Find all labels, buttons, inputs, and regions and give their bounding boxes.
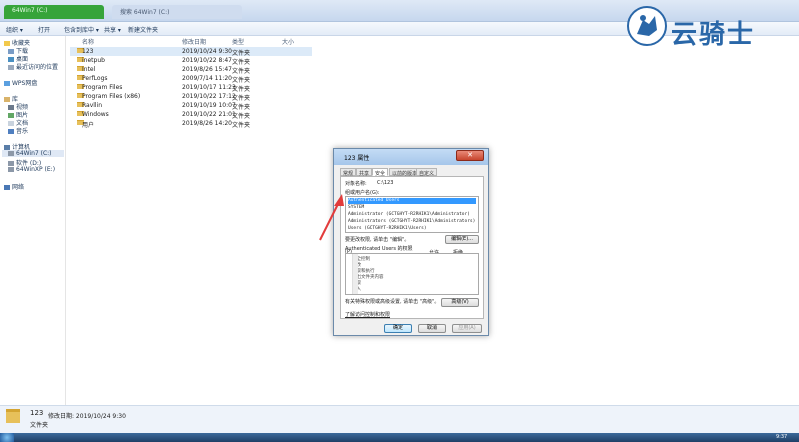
tab-drive-c[interactable]: 64Win7 (C:) <box>4 5 104 19</box>
share-button[interactable]: 共享 ▾ <box>104 25 121 34</box>
file-row[interactable]: 123 2019/10/24 9:30 文件夹 <box>70 47 312 57</box>
recent-places-icon <box>8 65 14 70</box>
list-item[interactable]: SYSTEM <box>348 205 476 211</box>
organize-button[interactable]: 组织 ▾ <box>6 25 23 34</box>
cancel-button[interactable]: 取消 <box>418 324 446 333</box>
list-item[interactable]: Users (GCTGHYT-R2RHIK1\Users) <box>348 226 476 232</box>
logo-text: 云骑士 <box>671 20 756 50</box>
file-row[interactable]: Program Files (x86) 2019/10/22 17:12 文件夹 <box>70 92 312 102</box>
special-hint: 有关特殊权限或高级设置, 请单击 "高级"。 <box>345 299 440 305</box>
file-row[interactable]: PerfLogs 2009/7/14 11:20 文件夹 <box>70 74 312 84</box>
change-hint: 要更改权限, 请单击 "编辑"。 <box>345 237 410 243</box>
tab-label: 搜索 64Win7 (C:) <box>120 9 170 16</box>
column-header-name[interactable]: 名称 <box>82 37 94 46</box>
close-button[interactable]: ✕ <box>456 150 484 161</box>
navigation-pane: 收藏夹 下载 桌面 最近访问的位置 WPS网盘 库 视频 图片 文档 音乐 计算… <box>0 36 66 406</box>
sidebar-item-music[interactable]: 音乐 <box>8 126 28 135</box>
clock[interactable]: 9:37 <box>776 434 787 440</box>
learn-more-link[interactable]: 了解访问控制和权限 <box>345 311 390 318</box>
tab-security[interactable]: 安全 <box>372 168 389 177</box>
knight-logo-icon <box>627 6 667 46</box>
list-item[interactable]: Administrators (GCTGHYT-R2RHIK1\Administ… <box>348 219 476 225</box>
column-header-modified[interactable]: 修改日期 <box>182 37 206 46</box>
drive-icon <box>8 167 14 172</box>
tab-general[interactable]: 常规 <box>340 168 357 177</box>
include-library-button[interactable]: 包含到库中 ▾ <box>64 25 99 34</box>
object-label: 对象名称: <box>345 181 367 187</box>
open-button[interactable]: 打开 <box>38 25 50 34</box>
file-row[interactable]: Ravllin 2019/10/19 10:07 文件夹 <box>70 101 312 111</box>
object-value: C:\123 <box>377 180 394 186</box>
tab-search[interactable]: 搜索 64Win7 (C:) <box>112 5 242 19</box>
group-label: 组或用户名(G): <box>345 190 380 196</box>
sidebar-item-recent[interactable]: 最近访问的位置 <box>8 62 58 71</box>
file-row[interactable]: Program Files 2019/10/17 11:23 文件夹 <box>70 83 312 93</box>
network-icon <box>4 185 10 190</box>
list-item[interactable]: Administrator (GCTGHYT-R2RHIK1\Administr… <box>348 212 476 218</box>
details-type: 文件夹 <box>30 422 49 429</box>
drive-icon <box>8 151 14 156</box>
column-header-size[interactable]: 大小 <box>282 37 294 46</box>
cloud-icon <box>4 81 10 86</box>
tab-customize[interactable]: 自定义 <box>416 168 438 177</box>
sidebar-item-drive-c[interactable]: 64Win7 (C:) <box>2 150 64 157</box>
security-panel: 对象名称: C:\123 组或用户名(G): Authenticated Use… <box>340 176 484 319</box>
details-pane: 123 修改日期: 2019/10/24 9:30 文件夹 <box>0 405 799 433</box>
permissions-list: 完全控制 修改 读取和执行 列出文件夹内容 读取 写入 <box>345 253 479 295</box>
sidebar-item-drive-e[interactable]: 64WinXP (E:) <box>8 166 55 173</box>
file-row[interactable]: Windows 2019/10/22 21:01 文件夹 <box>70 110 312 120</box>
dialog-title: 123 属性 <box>344 155 370 162</box>
sidebar-item-wps[interactable]: WPS网盘 <box>4 78 37 87</box>
ok-button[interactable]: 确定 <box>384 324 412 333</box>
permissions-scrollbar[interactable] <box>352 254 358 294</box>
file-row[interactable]: inetpub 2019/10/22 8:47 文件夹 <box>70 56 312 66</box>
column-header-type[interactable]: 类型 <box>232 37 244 46</box>
start-button-icon[interactable] <box>0 433 14 442</box>
edit-button[interactable]: 编辑(E)... <box>445 235 479 244</box>
taskbar: 9:37 <box>0 433 799 442</box>
tab-label: 64Win7 (C:) <box>12 7 48 14</box>
new-folder-button[interactable]: 新建文件夹 <box>128 25 158 34</box>
perm-for-label: Authenticated Users 的权限 <box>345 246 413 252</box>
file-row[interactable]: Intel 2019/8/26 15:47 文件夹 <box>70 65 312 75</box>
users-list[interactable]: Authenticated Users SYSTEM Administrator… <box>345 196 479 233</box>
file-row[interactable]: 用户 2019/8/26 14:20 文件夹 <box>70 119 312 129</box>
tab-sharing[interactable]: 共享 <box>356 168 373 177</box>
dialog-title-bar[interactable]: 123 属性 ✕ <box>334 149 488 165</box>
brand-logo: 云骑士 <box>627 6 797 50</box>
folder-icon <box>6 409 20 423</box>
list-item[interactable]: Authenticated Users <box>348 198 476 204</box>
details-modified: 修改日期: 2019/10/24 9:30 <box>48 413 126 420</box>
sidebar-item-network[interactable]: 网络 <box>4 182 24 191</box>
music-icon <box>8 129 14 134</box>
properties-dialog: 123 属性 ✕ 常规 共享 安全 以前的版本 自定义 对象名称: C:\123… <box>333 148 489 336</box>
apply-button[interactable]: 应用(A) <box>452 324 482 333</box>
details-name: 123 <box>30 409 44 417</box>
advanced-button[interactable]: 高级(V) <box>441 298 479 307</box>
